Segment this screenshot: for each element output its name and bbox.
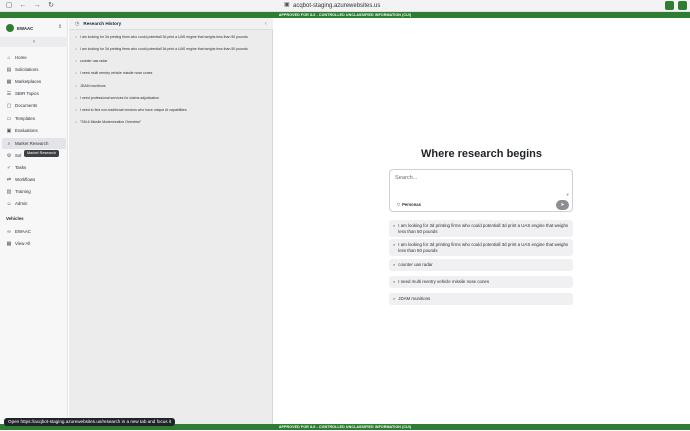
search-icon: ⌕ — [75, 35, 78, 39]
search-icon: ⌕ — [75, 59, 78, 63]
page-title: Where research begins — [420, 148, 543, 160]
sidebar: EWAAC ⇕ ‹ ⌂ Home ▤ Solicitations ▦ Marketpl… — [0, 18, 68, 424]
book-icon: ▥ — [6, 188, 12, 195]
extension-icon[interactable] — [665, 1, 674, 10]
send-button[interactable]: ➤ — [556, 200, 569, 210]
list-icon: ☰ — [6, 90, 12, 97]
sidebar-item-admin[interactable]: ☺ Admin — [2, 198, 66, 209]
file-icon: ▢ — [6, 102, 12, 109]
org-switcher[interactable]: EWAAC — [6, 23, 33, 33]
tooltip: Market Research — [24, 150, 59, 157]
sidebar-item-tasks[interactable]: ✓ Tasks — [2, 162, 66, 173]
settings-icon: ⚙ — [6, 152, 12, 159]
sidebar-item-sbir-topics[interactable]: ☰ SBIR Topics — [2, 88, 66, 99]
reload-icon[interactable]: ↻ — [46, 1, 56, 11]
search-icon: ⌕ — [393, 242, 396, 247]
suggestion-item[interactable]: ⌕ JDAM munitions — [389, 293, 573, 305]
search-icon: ⌕ — [393, 279, 396, 284]
sidebar-item-vehicle-ewaac[interactable]: ∞ EWAAC — [2, 226, 66, 237]
grid-icon: ▦ — [6, 240, 12, 247]
sidebar-item-workflows[interactable]: ⇄ Workflows — [2, 174, 66, 185]
search-icon: ⌕ — [75, 108, 78, 112]
org-name: EWAAC — [17, 25, 34, 31]
history-item[interactable]: ⌕ counter uas radar — [75, 57, 271, 65]
history-item[interactable]: ⌕ JDAM munitions — [75, 82, 271, 90]
tasks-icon: ✓ — [6, 164, 12, 171]
search-icon: ⌕ — [75, 120, 78, 124]
search-icon: ⌕ — [393, 223, 396, 228]
search-icon: ⌕ — [75, 47, 78, 51]
sidebar-item-templates[interactable]: ▭ Templates — [2, 113, 66, 124]
chevron-updown-icon[interactable]: ⇕ — [58, 24, 62, 30]
collapse-panel-icon[interactable]: ‹ — [265, 21, 267, 27]
grid-icon: ▦ — [6, 78, 12, 85]
status-bar: Open https://acqbot-staging.azurewebsite… — [4, 418, 176, 426]
collapse-sidebar-button[interactable]: ‹ — [0, 37, 68, 47]
user-icon: ☺ — [6, 200, 12, 207]
search-icon: ⌕ — [75, 96, 78, 100]
clipboard-icon: ▣ — [6, 127, 12, 134]
site-icon: ▣ — [284, 2, 290, 8]
link-icon: ∞ — [7, 228, 11, 235]
workflow-icon: ⇄ — [6, 176, 12, 183]
sidebar-item-solicitations[interactable]: ▤ Solicitations — [2, 64, 66, 75]
home-icon: ⌂ — [7, 54, 11, 61]
sidebar-toggle-icon[interactable]: ▢ — [4, 1, 14, 11]
sidebar-item-training[interactable]: ▥ Training — [2, 186, 66, 197]
resize-handle-icon[interactable]: ◢ — [566, 192, 568, 196]
vehicles-section-label: Vehicles — [6, 216, 24, 221]
history-item[interactable]: ⌕ I am looking for 3d printing firms who … — [75, 45, 271, 53]
search-icon: ⌕ — [393, 262, 396, 267]
back-icon[interactable]: ← — [18, 1, 28, 11]
main-content: Where research begins ◢ ▽ Personas ➤ ⌕I … — [274, 18, 690, 424]
filter-icon: ▽ — [397, 202, 401, 207]
search-icon: ⌕ — [7, 140, 11, 147]
sidebar-item-evaluations[interactable]: ▣ Evaluations — [2, 125, 66, 136]
forward-icon[interactable]: → — [32, 1, 42, 11]
suggestion-item[interactable]: ⌕ counter uas radar — [389, 259, 573, 271]
sidebar-item-home[interactable]: ⌂ Home — [2, 52, 66, 63]
research-history-header: ◷ Research History ‹ — [69, 18, 273, 30]
sidebar-item-marketplaces[interactable]: ▦ Marketplaces — [2, 76, 66, 87]
search-icon: ⌕ — [393, 296, 396, 301]
suggestion-item[interactable]: ⌕ I am looking for 3d printing firms who … — [389, 220, 573, 237]
research-history-title: Research History — [83, 21, 122, 26]
personas-button[interactable]: ▽ Personas — [397, 202, 421, 207]
history-item[interactable]: ⌕ I need professional services for claims… — [75, 94, 271, 102]
address-bar[interactable]: acqbot-staging.azurewebsites.us — [293, 1, 380, 11]
search-box: ◢ ▽ Personas ➤ — [389, 169, 573, 212]
send-icon: ➤ — [560, 202, 565, 208]
search-icon: ⌕ — [75, 71, 78, 75]
suggestion-item[interactable]: ⌕ I am looking for 3d printing firms who … — [389, 239, 573, 256]
extension-icon[interactable] — [678, 1, 687, 10]
template-icon: ▭ — [6, 115, 12, 122]
sidebar-item-view-all[interactable]: ▦ View All — [2, 238, 66, 249]
history-icon: ◷ — [75, 20, 80, 27]
history-item[interactable]: ⌕ I need multi reentry vehicle missile no… — [75, 69, 271, 77]
sidebar-item-market-research[interactable]: ⌕ Market Research — [2, 138, 66, 149]
browser-toolbar: ▢ ← → ↻ ▣ acqbot-staging.azurewebsites.u… — [0, 0, 690, 12]
research-history-panel: ◷ Research History ‹ ⌕ I am looking for 3… — [69, 18, 273, 424]
search-icon: ⌕ — [75, 84, 78, 88]
document-icon: ▤ — [6, 66, 12, 73]
history-item[interactable]: ⌕ I need to find non-traditional vendors … — [75, 106, 271, 114]
org-logo — [6, 24, 14, 32]
history-item[interactable]: ⌕ "SM-6 Missile Modernization Overview" — [75, 118, 271, 126]
search-input[interactable] — [395, 175, 565, 189]
history-item[interactable]: ⌕ I am looking for 3d printing firms who … — [75, 33, 271, 41]
sidebar-item-documents[interactable]: ▢ Documents — [2, 100, 66, 111]
suggestion-item[interactable]: ⌕ I need multi reentry vehicle missile no… — [389, 276, 573, 288]
